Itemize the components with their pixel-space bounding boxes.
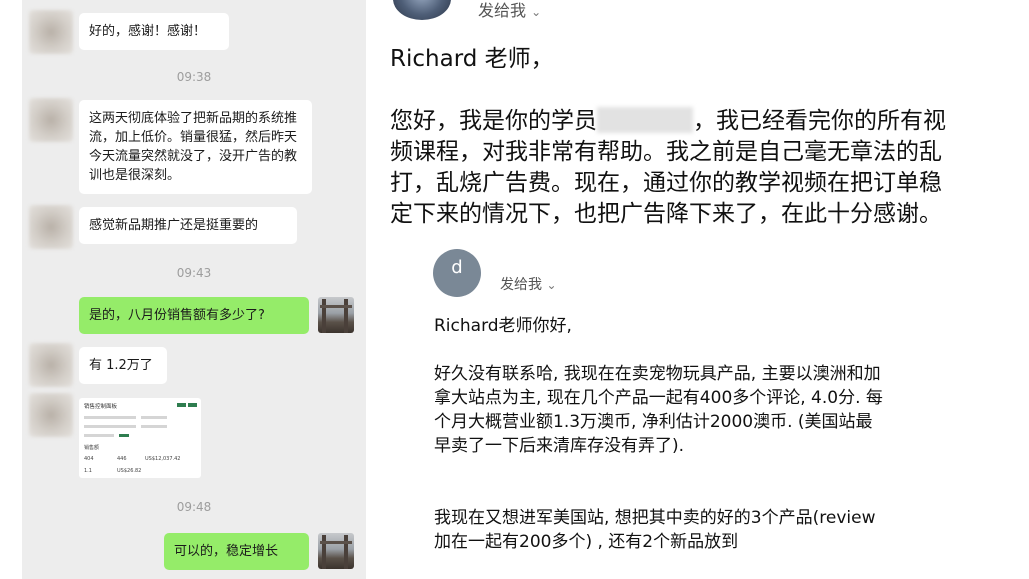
dashboard-title: 销售控制面板 bbox=[84, 404, 118, 410]
chat-timestamp: 09:43 bbox=[176, 266, 212, 280]
email-body: Richard 老师， 您好，我是你的学员 ，我已经看完你的所有视频课程，对我非常… bbox=[390, 44, 960, 230]
email-pane: 发给我 ⌄ Richard 老师， 您好，我是你的学员 ，我已经看完你的所有视频课… bbox=[366, 0, 1029, 579]
sales-dashboard-screenshot[interactable]: 销售控制面板 销售额 404 446 US$12,037.42 1.1 US$2… bbox=[79, 398, 201, 478]
chat-message: 这两天彻底体验了把新品期的系统推流，加上低价。销量很猛，然后昨天今天流量突然就没… bbox=[79, 100, 312, 194]
chat-message: 有 1.2万了 bbox=[79, 347, 167, 384]
avatar-letter: d bbox=[451, 257, 463, 278]
recipient-label: 发给我 bbox=[478, 1, 527, 20]
dashboard-value: US$26.82 bbox=[117, 468, 142, 474]
dashboard-value: 446 bbox=[117, 456, 127, 462]
redacted-name bbox=[597, 107, 693, 133]
contact-avatar[interactable] bbox=[29, 393, 73, 437]
email-paragraph: 好久没有联系哈, 我现在在卖宠物玩具产品, 主要以澳洲和加拿大站点为主, 现在几… bbox=[434, 364, 883, 456]
chat-window: 好的，感谢！感谢！ 09:38 这两天彻底体验了把新品期的系统推流，加上低价。销… bbox=[22, 0, 366, 579]
sender-avatar[interactable]: d bbox=[433, 249, 481, 297]
user-avatar[interactable] bbox=[318, 533, 354, 569]
email-paragraph: 我现在又想进军美国站, 想把其中卖的好的3个产品(review加在一起有200多… bbox=[434, 508, 876, 552]
contact-avatar[interactable] bbox=[29, 98, 73, 142]
dashboard-value: 404 bbox=[84, 456, 94, 462]
contact-avatar[interactable] bbox=[29, 10, 73, 54]
email-greeting: Richard老师你好, bbox=[434, 316, 572, 336]
chevron-down-icon[interactable]: ⌄ bbox=[531, 5, 541, 19]
email-greeting: Richard 老师， bbox=[390, 46, 554, 72]
recipient-label: 发给我 bbox=[500, 277, 542, 293]
email-body: Richard老师你好, 好久没有联系哈, 我现在在卖宠物玩具产品, 主要以澳洲… bbox=[434, 314, 884, 554]
chat-message: 好的，感谢！感谢！ bbox=[79, 13, 229, 50]
chat-timestamp: 09:48 bbox=[176, 500, 212, 514]
contact-avatar[interactable] bbox=[29, 205, 73, 249]
chat-timestamp: 09:38 bbox=[176, 70, 212, 84]
chat-message: 感觉新品期推广还是挺重要的 bbox=[79, 207, 297, 244]
sender-line[interactable]: 发给我 ⌄ bbox=[478, 0, 541, 21]
left-pane: 好的，感谢！感谢！ 09:38 这两天彻底体验了把新品期的系统推流，加上低价。销… bbox=[0, 0, 366, 579]
dashboard-label: 销售额 bbox=[84, 445, 100, 451]
chevron-down-icon[interactable]: ⌄ bbox=[546, 278, 556, 292]
dashboard-button bbox=[177, 403, 186, 407]
email-paragraph: 您好，我是你的学员 ，我已经看完你的所有视频课程，对我非常有帮助。我之前是自己毫无… bbox=[390, 106, 960, 230]
chat-message-outgoing: 可以的，稳定增长 bbox=[164, 533, 309, 570]
sender-avatar[interactable] bbox=[393, 0, 451, 20]
dashboard-button bbox=[188, 403, 197, 407]
chat-message-outgoing: 是的，八月份销售额有多少了? bbox=[79, 297, 309, 334]
dashboard-value: 1.1 bbox=[84, 468, 92, 474]
contact-avatar[interactable] bbox=[29, 343, 73, 387]
user-avatar[interactable] bbox=[318, 297, 354, 333]
dashboard-value: US$12,037.42 bbox=[145, 456, 181, 462]
sender-line[interactable]: 发给我 ⌄ bbox=[500, 274, 557, 294]
email-text: 您好，我是你的学员 bbox=[390, 108, 597, 134]
